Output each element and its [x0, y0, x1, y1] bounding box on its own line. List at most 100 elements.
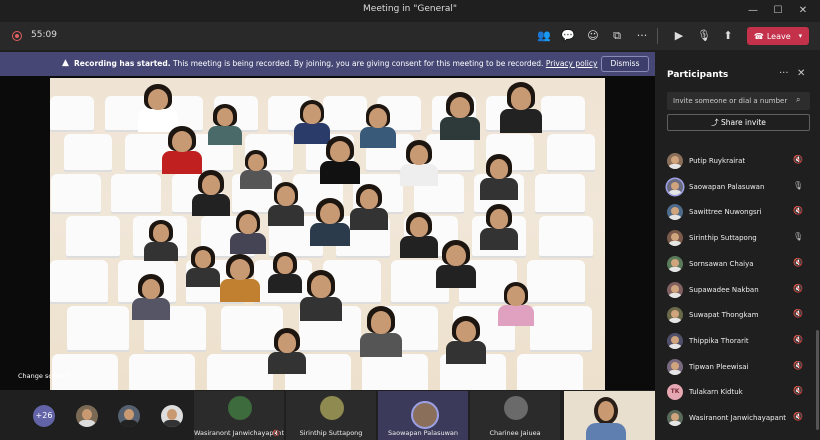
auditorium-seat	[129, 354, 196, 390]
participant-video-cutout	[360, 104, 396, 148]
leave-button[interactable]: ☎ Leave ▾	[747, 27, 809, 45]
participant-video-cutout	[480, 154, 518, 200]
participant-row[interactable]: Sirinthip Suttapong 🎙	[667, 227, 810, 249]
auditorium-seat	[526, 260, 585, 302]
banner-bold: Recording has started.	[74, 59, 171, 68]
video-tile[interactable]: Sirinthip Suttapong	[286, 391, 376, 440]
participant-thumbnail[interactable]	[76, 405, 98, 427]
chevron-down-icon[interactable]: ▾	[799, 32, 803, 40]
participant-video-cutout	[162, 126, 202, 175]
avatar: TK	[667, 384, 683, 401]
auditorium-seat	[65, 216, 120, 256]
participant-row[interactable]: Wasiranont Janwichayapant 🔇	[667, 407, 810, 429]
window-titlebar: Meeting in "General" — ☐ ✕	[0, 0, 820, 22]
auditorium-seat	[111, 174, 161, 212]
search-icon: ⌕	[796, 95, 801, 104]
participant-video-cutout	[500, 82, 542, 133]
more-options-icon[interactable]: ···	[779, 68, 789, 79]
more-icon[interactable]: ···	[633, 27, 651, 45]
toolbar-divider	[657, 28, 658, 44]
mic-muted-icon[interactable]: 🔇	[793, 361, 803, 370]
auditorium-seat	[540, 96, 585, 130]
participant-row[interactable]: TK Tulakarn Kidtuk 🔇	[667, 381, 810, 403]
mic-muted-icon[interactable]: 🔇	[793, 309, 803, 318]
participant-row[interactable]: Saowapan Palasuwan 🎙	[667, 176, 810, 198]
change-scene-button[interactable]: Change scene ✎	[18, 370, 72, 382]
reactions-icon[interactable]: ☺	[584, 27, 602, 45]
participant-video-cutout	[268, 328, 306, 374]
auditorium-seat	[546, 134, 595, 170]
avatar	[667, 410, 683, 426]
participant-row[interactable]: Tipwan Pleewisai 🔇	[667, 356, 810, 378]
participant-name: Sawittree Nuwongsri	[689, 208, 762, 217]
participants-icon[interactable]: 👥	[535, 27, 553, 45]
maximize-icon[interactable]: ☐	[767, 3, 789, 19]
panel-title: Participants	[667, 70, 729, 80]
recording-banner: ▲ Recording has started. This meeting is…	[0, 52, 655, 76]
participant-thumbnail[interactable]	[118, 405, 140, 427]
video-tile[interactable]: Charinee Jaiuea	[470, 391, 560, 440]
share-invite-button[interactable]: ⤴ Share invite	[667, 114, 810, 131]
avatar	[667, 255, 683, 272]
meeting-toolbar: 55:09 👥 💬 ☺ ⧉ ··· ▶ 🎙 ⬆ ☎ Leave ▾	[0, 22, 820, 50]
mic-muted-icon[interactable]: 🔇	[793, 155, 803, 164]
mic-icon[interactable]: 🎙	[793, 181, 803, 190]
participant-video-cutout	[400, 140, 438, 186]
mic-muted-icon[interactable]: 🔇	[793, 335, 803, 344]
mic-icon[interactable]: 🎙	[695, 27, 713, 45]
participant-name: Saowapan Palasuwan	[689, 182, 765, 191]
participant-row[interactable]: Sornsawan Chaiya 🔇	[667, 253, 810, 275]
auditorium-seat	[50, 174, 101, 212]
participant-row[interactable]: Suwapat Thongkam 🔇	[667, 304, 810, 326]
mic-muted-icon[interactable]: 🔇	[793, 412, 803, 421]
participant-video-cutout	[310, 198, 350, 247]
minimize-icon[interactable]: —	[742, 3, 764, 19]
participant-row[interactable]: Supawadee Nakban 🔇	[667, 279, 810, 301]
invite-input[interactable]: Invite someone or dial a number	[667, 92, 810, 110]
close-window-icon[interactable]: ✕	[792, 3, 814, 19]
panel-scrollbar[interactable]	[816, 330, 819, 430]
camera-icon[interactable]: ▶	[670, 27, 688, 45]
participant-row[interactable]: Thippika Thorarit 🔇	[667, 330, 810, 352]
share-icon[interactable]: ⬆	[719, 27, 737, 45]
auditorium-seat	[67, 306, 130, 350]
auditorium-seat	[539, 216, 594, 256]
participant-row[interactable]: Putip Ruykrairat 🔇	[667, 150, 810, 172]
participant-video-cutout	[220, 254, 260, 303]
mic-icon[interactable]: 🎙	[793, 232, 803, 241]
participant-row[interactable]: Sawittree Nuwongsri 🔇	[667, 201, 810, 223]
mic-muted-icon[interactable]: 🔇	[793, 258, 803, 267]
avatar	[667, 281, 683, 298]
participant-name: Suwapat Thongkam	[689, 311, 759, 320]
tile-name: Sirinthip Suttapong	[299, 429, 363, 437]
dismiss-button[interactable]: Dismiss	[601, 56, 649, 72]
avatar	[667, 178, 683, 195]
avatar	[504, 396, 528, 420]
auditorium-seat	[64, 134, 113, 170]
participant-name: Tulakarn Kidtuk	[689, 388, 743, 397]
privacy-policy-link[interactable]: Privacy policy	[546, 59, 598, 68]
more-participants-badge[interactable]: +26	[33, 405, 55, 427]
mic-muted-icon[interactable]: 🔇	[793, 386, 803, 395]
participant-video-cutout	[208, 104, 242, 146]
chat-icon[interactable]: 💬	[559, 27, 577, 45]
banner-message: Recording has started. This meeting is b…	[74, 59, 597, 68]
participant-video-cutout	[192, 170, 230, 216]
tile-name: Wasiranont Janwichayapant	[194, 429, 285, 437]
close-icon[interactable]: ✕	[797, 68, 805, 79]
participant-video-cutout	[268, 182, 304, 226]
avatar	[320, 396, 344, 420]
mic-muted-icon[interactable]: 🔇	[793, 206, 803, 215]
participant-video-cutout	[350, 184, 388, 230]
self-video-preview	[564, 391, 655, 440]
participant-thumbnail[interactable]	[161, 405, 183, 427]
video-tile[interactable]: Wasiranont Janwichayapant 🔇	[194, 391, 284, 440]
auditorium-seat	[517, 354, 584, 390]
mic-muted-icon[interactable]: 🔇	[793, 284, 803, 293]
auditorium-seat	[362, 354, 429, 390]
participant-video-cutout	[400, 212, 438, 258]
share-tray-icon[interactable]: ⧉	[608, 27, 626, 45]
video-tile-active-speaker[interactable]: Saowapan Palasuwan	[378, 391, 468, 440]
avatar	[667, 204, 683, 221]
avatar	[411, 401, 439, 429]
